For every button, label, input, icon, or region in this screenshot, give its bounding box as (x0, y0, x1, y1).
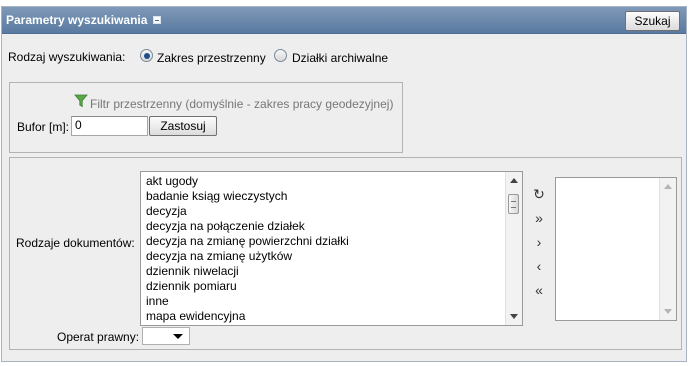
buffer-label: Bufor [m]: (17, 120, 70, 134)
panel-title: Parametry wyszukiwania (6, 13, 148, 27)
scroll-down-icon[interactable] (664, 309, 672, 314)
list-item[interactable]: decyzja na zmianę użytków (146, 249, 502, 264)
buffer-input[interactable]: 0 (71, 116, 148, 136)
scroll-up-icon[interactable] (664, 184, 672, 189)
document-types-label: Rodzaje dokumentów: (16, 236, 135, 250)
search-type-label: Rodzaj wyszukiwania: (8, 50, 126, 64)
list-item[interactable]: decyzja na zmianę powierzchni działki (146, 234, 502, 249)
chevron-down-icon[interactable] (173, 334, 183, 339)
refresh-button[interactable]: ↻ (530, 185, 548, 203)
radio-spatial-range[interactable] (140, 49, 153, 62)
legal-operation-label: Operat prawny: (57, 330, 140, 344)
document-types-scrollbar[interactable] (505, 172, 522, 325)
move-all-left-button[interactable]: « (530, 281, 548, 299)
list-item[interactable]: decyzja (146, 204, 502, 219)
panel-header: Parametry wyszukiwania Szukaj (2, 7, 686, 34)
radio-archived-parcels[interactable] (274, 49, 287, 62)
apply-button[interactable]: Zastosuj (149, 116, 217, 136)
legal-operation-select[interactable] (142, 327, 190, 345)
list-item[interactable]: dziennik pomiaru (146, 279, 502, 294)
selected-documents-listbox[interactable] (555, 177, 677, 321)
list-item[interactable]: inne (146, 294, 502, 309)
scroll-up-icon[interactable] (510, 178, 518, 183)
radio-archived-parcels-label[interactable]: Działki archiwalne (292, 51, 388, 65)
move-all-right-button[interactable]: » (530, 209, 548, 227)
list-item[interactable]: akt ugody (146, 174, 502, 189)
spatial-filter-hint: Filtr przestrzenny (domyślnie - zakres p… (90, 97, 394, 111)
selected-documents-scrollbar[interactable] (659, 178, 676, 320)
list-item[interactable]: dziennik niwelacji (146, 264, 502, 279)
funnel-icon (74, 94, 88, 108)
list-item[interactable]: badanie ksiąg wieczystych (146, 189, 502, 204)
list-item[interactable]: decyzja na połączenie działek (146, 219, 502, 234)
radio-spatial-range-label[interactable]: Zakres przestrzenny (157, 51, 266, 65)
document-types-items: akt ugody badanie ksiąg wieczystych decyzj… (146, 174, 502, 324)
search-button[interactable]: Szukaj (625, 11, 680, 31)
move-right-button[interactable]: › (530, 233, 548, 251)
scroll-thumb[interactable] (508, 194, 519, 214)
document-types-listbox[interactable]: akt ugody badanie ksiąg wieczystych decyzj… (140, 171, 523, 326)
scroll-down-icon[interactable] (510, 314, 518, 319)
search-parameters-panel: Parametry wyszukiwania Szukaj Rodzaj wys… (1, 6, 687, 362)
collapse-icon[interactable] (153, 16, 161, 24)
list-item[interactable]: mapa ewidencyjna (146, 309, 502, 324)
move-left-button[interactable]: ‹ (530, 257, 548, 275)
